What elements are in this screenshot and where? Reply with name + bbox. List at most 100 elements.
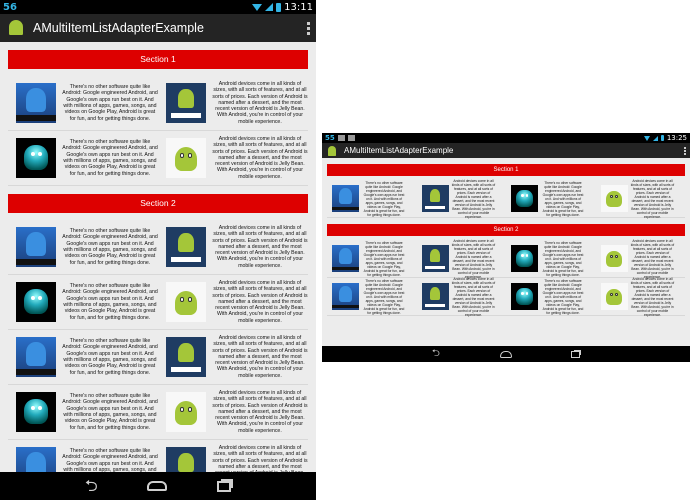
- back-icon[interactable]: ⮌: [85, 478, 98, 494]
- wifi-icon: [252, 3, 263, 11]
- action-bar: AMultiItemListAdapterExample: [322, 143, 690, 158]
- android-robot-thumbnail-icon: [511, 245, 538, 272]
- android-robot-thumbnail-icon: [166, 226, 206, 267]
- android-robot-thumbnail-icon: [166, 281, 206, 322]
- list-item-cell[interactable]: Android devices come in all kinds of siz…: [158, 81, 308, 125]
- list-item-cell[interactable]: There's no other software quite like And…: [8, 282, 158, 322]
- list-item[interactable]: There's no other software quite like And…: [8, 275, 308, 330]
- list-item-cell[interactable]: There's no other software quite like And…: [8, 227, 158, 267]
- android-robot-thumbnail-icon: [166, 336, 206, 377]
- android-app-icon[interactable]: [6, 18, 26, 38]
- list-item[interactable]: There's no other software quite like And…: [327, 239, 686, 279]
- list-item-cell[interactable]: There's no other software quite like And…: [506, 241, 596, 277]
- list-item-cell[interactable]: There's no other software quite like And…: [8, 83, 158, 123]
- android-robot-thumbnail-icon: [511, 283, 538, 310]
- list-item-cell[interactable]: Android devices come in all kinds of siz…: [417, 277, 507, 317]
- section-header: Section 1: [8, 50, 308, 69]
- list-item-cell[interactable]: Android devices come in all kinds of siz…: [596, 239, 686, 279]
- list-item-cell[interactable]: There's no other software quite like And…: [506, 279, 596, 315]
- notification-icon: [337, 135, 345, 141]
- android-robot-thumbnail-icon: [16, 337, 56, 377]
- list-item-cell[interactable]: Android devices come in all kinds of siz…: [596, 179, 686, 219]
- list-item-cell[interactable]: Android devices come in all kinds of siz…: [417, 239, 507, 279]
- list-item-cell[interactable]: Android devices come in all kinds of siz…: [158, 390, 308, 434]
- list-item[interactable]: There's no other software quite like And…: [8, 385, 308, 440]
- list-item[interactable]: There's no other software quite like And…: [327, 277, 686, 317]
- android-robot-thumbnail-icon: [166, 391, 206, 432]
- list-item-cell[interactable]: Android devices come in all kinds of siz…: [596, 277, 686, 317]
- home-icon[interactable]: [499, 350, 512, 358]
- list-item[interactable]: There's no other software quite like And…: [8, 220, 308, 275]
- android-robot-thumbnail-icon: [166, 446, 206, 472]
- list-item-cell[interactable]: Android devices come in all kinds of siz…: [158, 335, 308, 379]
- list-item-cell[interactable]: Android devices come in all kinds of siz…: [158, 136, 308, 180]
- list-item-cell[interactable]: There's no other software quite like And…: [327, 241, 417, 277]
- notification-icon: [347, 135, 355, 141]
- android-robot-thumbnail-icon: [421, 185, 449, 212]
- item-list[interactable]: Section 1 There's no other software quite…: [322, 158, 690, 346]
- android-robot-thumbnail-icon: [16, 138, 56, 178]
- list-item-cell[interactable]: There's no other software quite like And…: [8, 392, 158, 432]
- status-time: 13:25: [666, 134, 687, 142]
- item-description: Android devices come in all kinds of siz…: [212, 444, 308, 472]
- android-robot-thumbnail-icon: [166, 137, 206, 178]
- overflow-menu-icon[interactable]: [307, 21, 310, 35]
- wifi-icon: [643, 135, 650, 141]
- list-item-cell[interactable]: Android devices come in all kinds of siz…: [158, 445, 308, 472]
- android-robot-thumbnail-icon: [16, 447, 56, 472]
- recents-icon[interactable]: [217, 480, 232, 492]
- item-description: Android devices come in all kinds of siz…: [212, 80, 308, 125]
- list-item-cell[interactable]: There's no other software quite like And…: [327, 181, 417, 217]
- list-item[interactable]: There's no other software quite like And…: [8, 131, 308, 186]
- navigation-bar: ⮌: [322, 346, 690, 362]
- list-item[interactable]: There's no other software quite like And…: [8, 440, 308, 472]
- list-item[interactable]: There's no other software quite like And…: [8, 76, 308, 131]
- list-item-cell[interactable]: There's no other software quite like And…: [8, 337, 158, 377]
- item-description: Android devices come in all kinds of siz…: [451, 178, 496, 219]
- app-title: AMultiItemListAdapterExample: [33, 21, 204, 35]
- section-header: Section 2: [8, 194, 308, 213]
- android-robot-thumbnail-icon: [332, 245, 359, 272]
- android-app-icon[interactable]: [326, 145, 338, 157]
- item-description: Android devices come in all kinds of siz…: [630, 238, 675, 279]
- recents-icon[interactable]: [571, 350, 581, 358]
- android-robot-thumbnail-icon: [16, 392, 56, 432]
- item-list[interactable]: Section 1 There's no other software quite…: [0, 42, 316, 472]
- status-time: 13:11: [284, 1, 313, 13]
- item-description: Android devices come in all kinds of siz…: [630, 178, 675, 219]
- list-item-cell[interactable]: There's no other software quite like And…: [8, 447, 158, 472]
- back-icon[interactable]: ⮌: [432, 349, 440, 359]
- home-icon[interactable]: [147, 481, 168, 491]
- list-item-cell[interactable]: Android devices come in all kinds of siz…: [417, 179, 507, 219]
- android-robot-thumbnail-icon: [16, 227, 56, 267]
- item-description: There's no other software quite like And…: [62, 228, 158, 266]
- status-bar: 56 13:11: [0, 0, 316, 14]
- android-robot-thumbnail-icon: [421, 245, 449, 272]
- android-robot-thumbnail-icon: [511, 185, 538, 212]
- battery-icon: [276, 2, 282, 12]
- list-item-cell[interactable]: There's no other software quite like And…: [506, 181, 596, 217]
- item-description: Android devices come in all kinds of siz…: [212, 224, 308, 269]
- section-header: Section 2: [327, 224, 685, 236]
- section-header: Section 1: [327, 164, 685, 176]
- item-description: There's no other software quite like And…: [542, 240, 584, 277]
- item-description: There's no other software quite like And…: [363, 180, 405, 217]
- android-robot-thumbnail-icon: [16, 83, 56, 123]
- item-description: Android devices come in all kinds of siz…: [212, 135, 308, 180]
- android-robot-thumbnail-icon: [600, 283, 628, 310]
- list-item-cell[interactable]: There's no other software quite like And…: [327, 279, 417, 315]
- list-item-cell[interactable]: Android devices come in all kinds of siz…: [158, 225, 308, 269]
- overflow-menu-icon[interactable]: [684, 146, 686, 155]
- landscape-screen: 55 13:25 AMultiItemListAdapterExample Se…: [322, 133, 690, 362]
- signal-icon: [652, 135, 658, 141]
- android-robot-thumbnail-icon: [600, 185, 628, 212]
- list-item-cell[interactable]: There's no other software quite like And…: [8, 138, 158, 178]
- item-description: There's no other software quite like And…: [62, 338, 158, 376]
- android-robot-thumbnail-icon: [332, 185, 359, 212]
- battery-icon: [660, 135, 664, 141]
- list-item[interactable]: There's no other software quite like And…: [327, 179, 686, 219]
- list-item-cell[interactable]: Android devices come in all kinds of siz…: [158, 280, 308, 324]
- item-description: Android devices come in all kinds of siz…: [212, 389, 308, 434]
- list-item[interactable]: There's no other software quite like And…: [8, 330, 308, 385]
- android-robot-thumbnail-icon: [332, 283, 359, 310]
